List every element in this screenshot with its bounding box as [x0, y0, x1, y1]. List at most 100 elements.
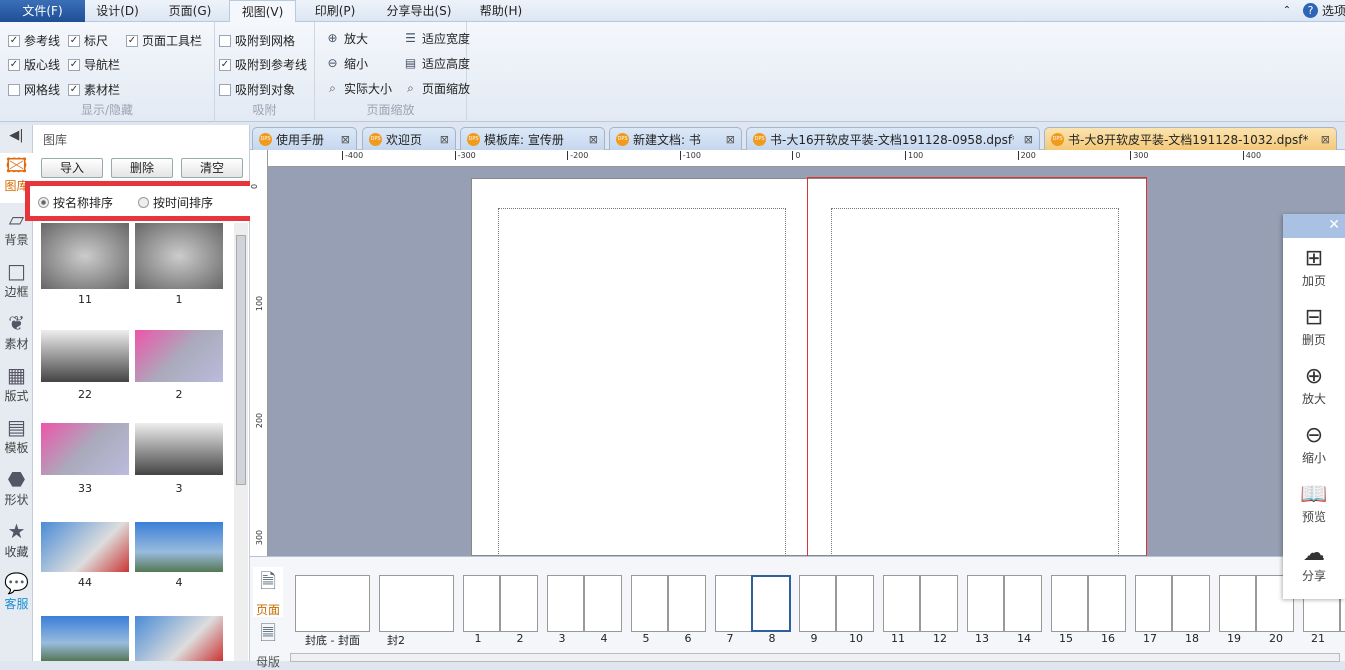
image-thumbnail[interactable] [41, 423, 129, 475]
image-thumbnail[interactable] [41, 616, 129, 661]
import-button[interactable]: 导入 [41, 158, 103, 178]
page-thumbnail[interactable] [500, 575, 538, 632]
actual-size-button[interactable]: ⌕ 实际大小 [325, 80, 392, 97]
checkbox-guides[interactable]: ✓ 参考线 [8, 32, 60, 49]
menu-page[interactable]: 页面(G) [155, 0, 225, 22]
page-label: 20 [1269, 632, 1283, 645]
zoom-in-button[interactable]: ⊕ 放大 [325, 30, 368, 47]
page-thumbnail[interactable] [668, 575, 706, 632]
page-thumbnail[interactable] [584, 575, 622, 632]
page-thumbnail[interactable] [631, 575, 668, 632]
menu-view[interactable]: 视图(V) [229, 0, 296, 23]
page-spread[interactable] [471, 177, 1147, 568]
page-thumbnail[interactable] [883, 575, 920, 632]
close-tab-icon[interactable]: ⊠ [1024, 133, 1033, 146]
menu-help[interactable]: 帮助(H) [468, 0, 534, 22]
menu-file[interactable]: 文件(F) [0, 0, 85, 22]
document-tab[interactable]: DPS 模板库: 宣传册 ⊠ [460, 127, 605, 150]
checkbox-navbar[interactable]: ✓ 导航栏 [68, 56, 120, 73]
radio-sort-by-name[interactable]: 按名称排序 [38, 194, 113, 211]
checkbox-margin-lines[interactable]: ✓ 版心线 [8, 56, 60, 73]
image-thumbnail[interactable] [41, 522, 129, 572]
fit-width-button[interactable]: ☰ 适应宽度 [403, 30, 470, 47]
image-thumbnail[interactable] [41, 330, 129, 382]
sidebar-item-assets[interactable]: ❦ 素材 [0, 311, 33, 352]
close-tab-icon[interactable]: ⊠ [1321, 133, 1330, 146]
zoom-out-icon: ⊖ [327, 56, 338, 70]
zoom-out-button[interactable]: ⊖ 缩小 [325, 55, 368, 72]
clear-button[interactable]: 清空 [181, 158, 243, 178]
sidebar-item-shapes[interactable]: ⬣ 形状 [0, 467, 33, 508]
page-thumbnail[interactable] [379, 575, 454, 632]
image-thumbnail[interactable] [135, 522, 223, 572]
sidebar-item-border[interactable]: □ 边框 [0, 259, 33, 300]
page-zoom-button[interactable]: ⌕ 页面缩放 [403, 80, 470, 97]
close-tab-icon[interactable]: ⊠ [341, 133, 350, 146]
menu-print[interactable]: 印刷(P) [300, 0, 370, 22]
group-zoom: ⊕ 放大 ☰ 适应宽度 ⊖ 缩小 ▤ 适应高度 ⌕ 实际大小 ⌕ 页面缩放 页面缩放 [315, 22, 470, 122]
document-tab[interactable]: DPS 新建文档: 书 ⊠ [609, 127, 742, 150]
close-tab-icon[interactable]: ⊠ [726, 133, 735, 146]
sidebar-item-template[interactable]: ▤ 模板 [0, 415, 33, 456]
page-thumbnail[interactable] [295, 575, 370, 632]
sidebar-item-favorites[interactable]: ★ 收藏 [0, 519, 33, 560]
page-thumbnail[interactable] [1219, 575, 1256, 632]
delete-page-button[interactable]: ⊟ 删页 [1283, 305, 1345, 348]
add-page-button[interactable]: ⊞ 加页 [1283, 246, 1345, 289]
page-thumbnail[interactable] [1088, 575, 1126, 632]
gallery-scrollbar[interactable] [234, 223, 248, 661]
document-tab[interactable]: DPS 书-大8开软皮平装-文档191128-1032.dpsf* ⊠ [1044, 127, 1337, 150]
page-label: 16 [1101, 632, 1115, 645]
image-thumbnail[interactable] [135, 423, 223, 475]
checkbox-ruler[interactable]: ✓ 标尺 [68, 32, 108, 49]
page-thumbnail[interactable] [715, 575, 752, 632]
checkbox-snap-grid[interactable]: 吸附到网格 [219, 32, 295, 49]
checkbox-snap-objects[interactable]: 吸附到对象 [219, 81, 295, 98]
image-thumbnail[interactable] [135, 223, 223, 289]
radio-sort-by-time[interactable]: 按时间排序 [138, 194, 213, 211]
menu-design[interactable]: 设计(D) [85, 0, 150, 22]
group-label: 显示/隐藏 [80, 103, 134, 117]
delete-button[interactable]: 删除 [111, 158, 173, 178]
sidebar-item-layout[interactable]: ▦ 版式 [0, 363, 33, 404]
help-icon[interactable]: ? [1303, 3, 1318, 18]
page-thumbnail[interactable] [751, 575, 791, 632]
checkbox-grid-lines[interactable]: 网格线 [8, 81, 60, 98]
checkbox-asset-bar[interactable]: ✓ 素材栏 [68, 81, 120, 98]
collapse-ribbon-icon[interactable]: ⌃ [1280, 0, 1294, 22]
share-button[interactable]: ☁ 分享 [1283, 541, 1345, 584]
menu-share-export[interactable]: 分享导出(S) [375, 0, 463, 22]
page-thumbnail[interactable] [967, 575, 1004, 632]
close-icon[interactable]: ✕ [1328, 217, 1340, 233]
zoom-out-button[interactable]: ⊖ 缩小 [1283, 423, 1345, 466]
page-thumbnail[interactable] [1135, 575, 1172, 632]
page-thumbnail[interactable] [1004, 575, 1042, 632]
ruler-tick-label: 200 [1017, 151, 1036, 160]
document-tab[interactable]: DPS 书-大16开软皮平装-文档191128-0958.dpsf* ⊠ [746, 127, 1040, 150]
page-thumbnail[interactable] [799, 575, 836, 632]
checkbox-snap-guides[interactable]: ✓ 吸附到参考线 [219, 56, 307, 73]
document-tab[interactable]: DPS 使用手册 ⊠ [252, 127, 357, 150]
image-thumbnail[interactable] [135, 330, 223, 382]
page-thumbnail[interactable] [463, 575, 500, 632]
tab-master[interactable]: 🗏 母版 [253, 619, 283, 670]
page-label: 22 [1340, 632, 1345, 645]
options-button[interactable]: 选项 [1322, 0, 1345, 22]
page-thumbnail[interactable] [547, 575, 584, 632]
page-thumbnail[interactable] [920, 575, 958, 632]
checkbox-page-toolbar[interactable]: ✓ 页面工具栏 [126, 32, 202, 49]
image-thumbnail[interactable] [41, 223, 129, 289]
preview-button[interactable]: 📖 预览 [1283, 482, 1345, 525]
sidebar-item-support[interactable]: 💬 客服 [0, 571, 33, 612]
close-tab-icon[interactable]: ⊠ [589, 133, 598, 146]
image-thumbnail[interactable] [135, 616, 223, 661]
close-tab-icon[interactable]: ⊠ [440, 133, 449, 146]
page-thumbnail[interactable] [1172, 575, 1210, 632]
page-thumbnail[interactable] [1051, 575, 1088, 632]
collapse-panel-icon[interactable]: ◀| [0, 128, 33, 143]
document-tab[interactable]: DPS 欢迎页 ⊠ [362, 127, 456, 150]
zoom-in-button[interactable]: ⊕ 放大 [1283, 364, 1345, 407]
tab-pages[interactable]: 🗎 页面 [253, 567, 283, 617]
fit-height-button[interactable]: ▤ 适应高度 [403, 55, 470, 72]
page-thumbnail[interactable] [836, 575, 874, 632]
